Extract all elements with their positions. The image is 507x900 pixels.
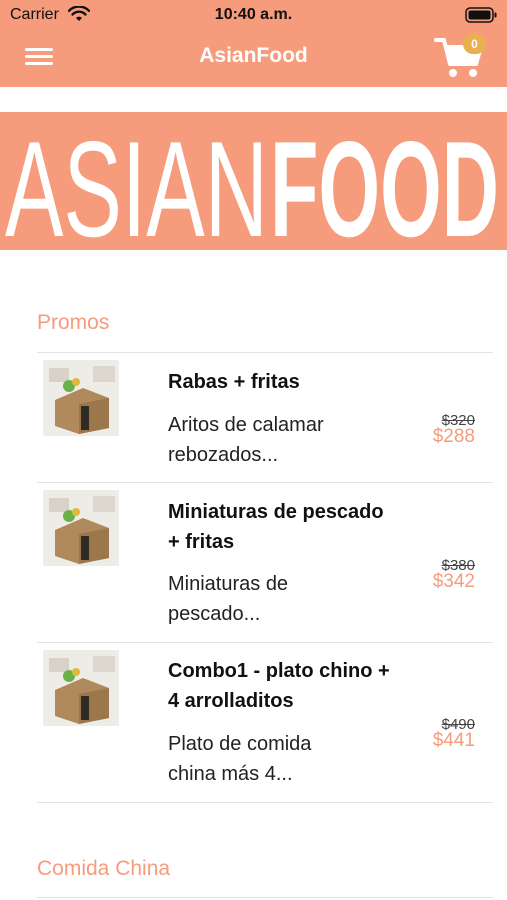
cart-count-badge: 0 xyxy=(463,34,486,54)
product-description: Aritos de calamar rebozados... xyxy=(168,410,408,470)
product-name: Rabas + fritas xyxy=(168,371,300,393)
name-line: Miniaturas de pescado xyxy=(168,501,384,523)
description-line: pescado... xyxy=(168,603,261,625)
discount-price: $288 xyxy=(432,426,475,447)
product-name: Miniaturas de pescado + fritas xyxy=(168,497,438,557)
name-line: 4 arrolladitos xyxy=(168,690,294,712)
discount-price: $342 xyxy=(432,571,475,592)
nav-title: AsianFood xyxy=(199,44,308,67)
description-line: china más 4... xyxy=(168,763,293,785)
section-title-promos: Promos xyxy=(37,311,110,334)
battery-icon xyxy=(465,7,497,23)
promo-item[interactable]: Combo1 - plato chino + 4 arrolladitos Pl… xyxy=(37,643,493,802)
product-thumbnail xyxy=(43,650,119,726)
discount-price: $441 xyxy=(432,730,475,751)
name-line: Combo1 - plato chino + xyxy=(168,660,390,682)
product-description: Plato de comida china más 4... xyxy=(168,729,408,789)
name-line: + fritas xyxy=(168,531,235,553)
description-line: Aritos de calamar xyxy=(168,414,324,436)
product-name: Combo1 - plato chino + 4 arrolladitos xyxy=(168,656,438,716)
product-thumbnail xyxy=(43,360,119,436)
logo-word-food: FOOD xyxy=(270,120,499,244)
description-line: Miniaturas de xyxy=(168,573,289,595)
description-line: rebozados... xyxy=(168,444,279,466)
logo-word-asian: ASIAN xyxy=(5,120,268,244)
divider xyxy=(37,802,493,803)
product-description: Miniaturas de pescado... xyxy=(168,569,408,629)
brand-banner: ASIAN FOOD xyxy=(0,112,507,250)
app-header: Carrier 10:40 a.m. AsianFood 0 xyxy=(0,0,507,87)
section-title-comida-china: Comida China xyxy=(37,857,171,880)
asianfood-logo: ASIAN FOOD xyxy=(5,120,499,244)
description-line: Plato de comida xyxy=(168,733,312,755)
promo-item[interactable]: Miniaturas de pescado + fritas Miniatura… xyxy=(37,483,493,642)
status-time: 10:40 a.m. xyxy=(214,6,293,23)
status-bar: Carrier 10:40 a.m. xyxy=(0,0,507,32)
divider xyxy=(37,897,493,898)
promo-item[interactable]: Rabas + fritas Aritos de calamar rebozad… xyxy=(37,353,493,482)
product-thumbnail xyxy=(43,490,119,566)
